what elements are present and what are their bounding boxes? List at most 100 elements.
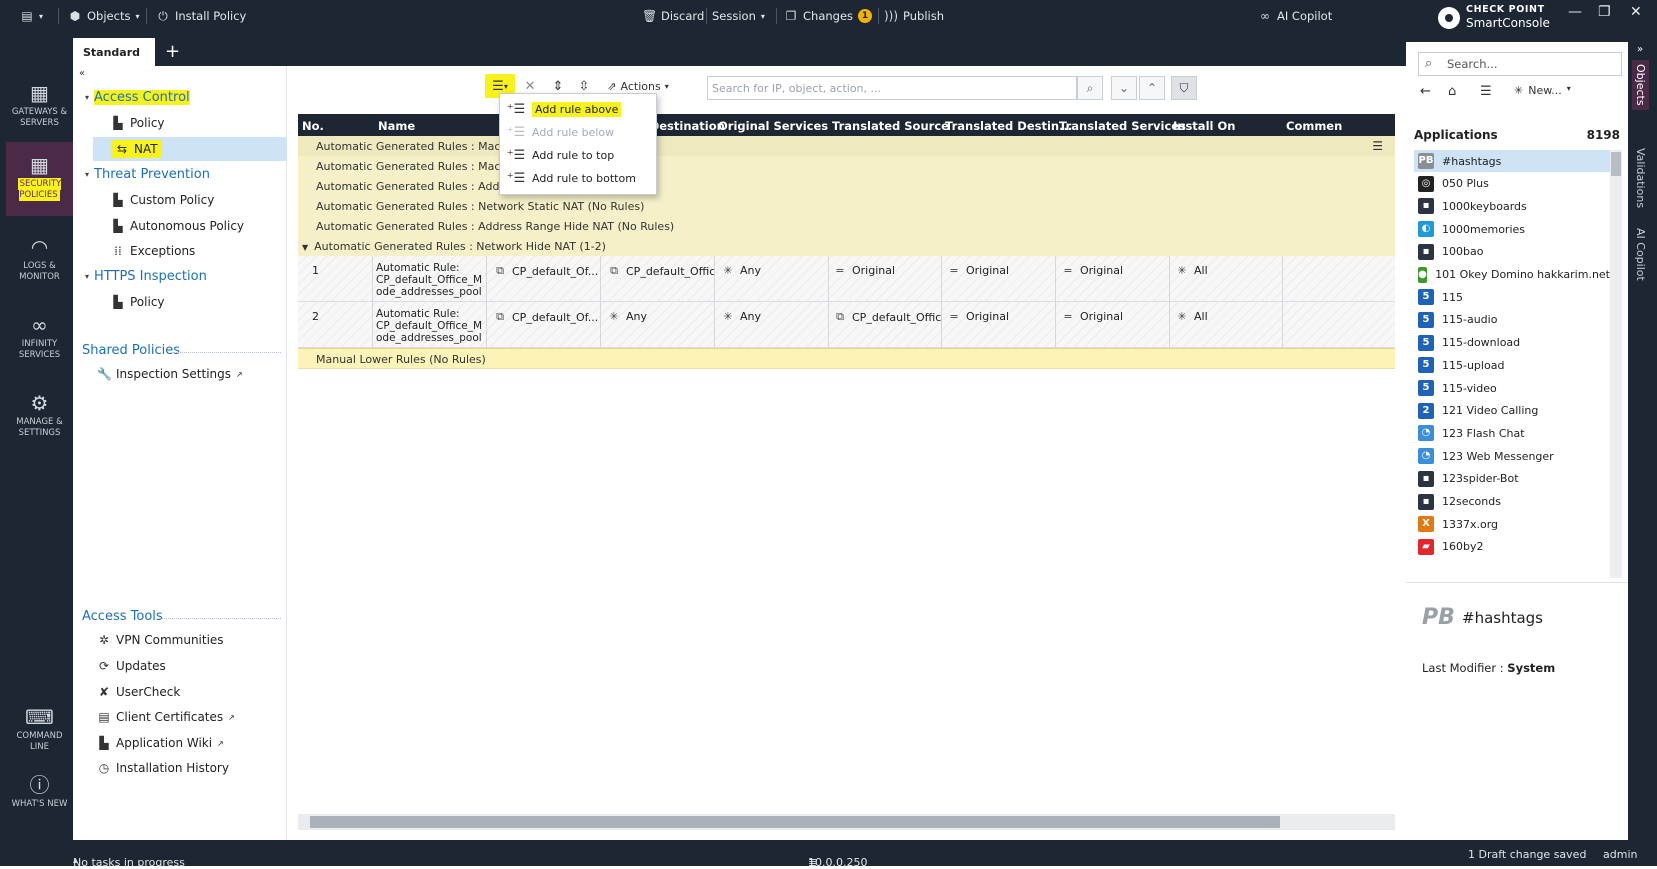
ai-copilot-button[interactable]: ∞ AI Copilot [1258, 8, 1332, 24]
collapse-pane-icon[interactable]: « [79, 68, 85, 79]
rule-section[interactable]: Automatic Generated Rules : Addre [298, 176, 1395, 197]
tree-custom-policy[interactable]: ▙ Custom Policy [111, 193, 214, 207]
tree-access-control[interactable]: ▾ Access Control [85, 90, 190, 105]
list-item[interactable]: ◎ 050 Plus [1414, 173, 1610, 195]
rule-section-manual-lower[interactable]: Manual Lower Rules (No Rules) [298, 348, 1395, 369]
restore-icon[interactable]: ❐ [1598, 4, 1611, 20]
tree-inspection-settings[interactable]: 🔧 Inspection Settings ↗ [97, 367, 243, 381]
col-name[interactable]: Name [378, 119, 415, 133]
list-item[interactable]: ◔ 123 Web Messenger [1414, 445, 1610, 467]
nav-command-line[interactable]: ⌨ COMMAND LINE [6, 706, 73, 753]
original-source[interactable]: ⧉ CP_default_Of... [494, 264, 598, 278]
applications-scrollbar[interactable] [1610, 150, 1622, 578]
publish-button[interactable]: ))) Publish [884, 8, 944, 24]
col-no[interactable]: No. [302, 119, 324, 133]
rule-section[interactable]: Automatic Generated Rules : Machi [298, 156, 1395, 177]
object-search-input[interactable]: ⌕ Search... [1418, 52, 1622, 76]
tree-exceptions[interactable]: ⁞⁞ Exceptions [111, 244, 195, 258]
session-menu-button[interactable]: Session ▾ [712, 8, 765, 24]
list-item[interactable]: ▪ 12seconds [1414, 491, 1610, 513]
objects-menu-button[interactable]: ⬢ Objects ▾ [68, 8, 140, 24]
previous-result-icon[interactable]: ⌃ [1139, 76, 1165, 100]
app-menu-button[interactable]: ▤ ▾ [20, 8, 43, 24]
rule-section[interactable]: Automatic Generated Rules : Address Rang… [298, 216, 1395, 237]
list-item[interactable]: PB #hashtags [1414, 150, 1610, 172]
tab-standard[interactable]: Standard [73, 38, 155, 66]
tree-client-certificates[interactable]: ▤ Client Certificates ↗ [97, 710, 235, 724]
col-comments[interactable]: Commen [1286, 119, 1342, 133]
next-result-icon[interactable]: ⌄ [1111, 76, 1137, 100]
translated-destination[interactable]: = Original [948, 264, 1009, 277]
tree-installation-history[interactable]: ◷ Installation History [97, 761, 229, 775]
tree-autonomous-policy[interactable]: ▙ Autonomous Policy [111, 219, 244, 233]
install-on[interactable]: ✳ All [1176, 264, 1207, 277]
add-rule-below-item[interactable]: ⁺☰ Add rule below [500, 121, 656, 143]
tree-updates[interactable]: ⟳ Updates [97, 659, 166, 673]
list-item[interactable]: ▪ 123spider-Bot [1414, 468, 1610, 490]
nav-logs-monitor[interactable]: ◠ LOGS & MONITOR [6, 236, 73, 283]
rule-section-network-hide-nat[interactable]: ▼ Automatic Generated Rules : Network Hid… [298, 236, 1395, 257]
add-rule-top-item[interactable]: ⁺☰ Add rule to top [500, 144, 656, 166]
rule-section[interactable]: Automatic Generated Rules : Machi ☰ [298, 136, 1395, 157]
tree-vpn-communities[interactable]: ✲ VPN Communities [97, 633, 224, 647]
original-destination[interactable]: ✳ Any [608, 310, 647, 323]
add-rule-bottom-item[interactable]: ⁺☰ Add rule to bottom [500, 167, 656, 189]
add-tab-icon[interactable]: + [165, 41, 180, 62]
tree-threat-prevention[interactable]: ▾ Threat Prevention [85, 167, 210, 182]
vtab-ai-copilot[interactable]: AI Copilot [1634, 228, 1647, 281]
vtab-objects[interactable]: Objects [1632, 60, 1649, 110]
col-translated-destination[interactable]: Translated Destin... [945, 119, 1072, 133]
rule-search-input[interactable]: Search for IP, object, action, ... [707, 76, 1077, 100]
translated-source[interactable]: = Original [834, 264, 895, 277]
column-menu-icon[interactable]: ☰ [1372, 139, 1383, 153]
list-item[interactable]: ▰ 160by2 [1414, 536, 1610, 558]
list-item[interactable]: 5 115-audio [1414, 309, 1610, 331]
back-icon[interactable]: ← [1420, 84, 1431, 99]
col-translated-source[interactable]: Translated Source [832, 119, 949, 133]
horizontal-scrollbar[interactable] [298, 814, 1395, 830]
tree-https-inspection[interactable]: ▾ HTTPS Inspection [85, 269, 207, 284]
close-icon[interactable]: ✕ [1630, 4, 1642, 20]
translated-services[interactable]: = Original [1062, 310, 1123, 323]
translated-source[interactable]: ⧉ CP_default_Offic [834, 310, 941, 324]
nav-manage-settings[interactable]: ⚙ MANAGE & SETTINGS [6, 392, 73, 439]
search-icon[interactable]: ⌕ [1077, 76, 1103, 100]
col-install-on[interactable]: Install On [1173, 119, 1235, 133]
translated-destination[interactable]: = Original [948, 310, 1009, 323]
tree-application-wiki[interactable]: ▙ Application Wiki ↗ [97, 736, 223, 750]
list-item[interactable]: X 1337x.org [1414, 513, 1610, 535]
nav-whats-new[interactable]: ⓘ WHAT'S NEW [6, 774, 73, 810]
original-services[interactable]: ✳ Any [722, 310, 761, 323]
list-item[interactable]: 5 115-video [1414, 377, 1610, 399]
new-object-button[interactable]: ✳ New... ▾ [1514, 84, 1571, 97]
list-item[interactable]: 5 115-download [1414, 332, 1610, 354]
rule-section[interactable]: Automatic Generated Rules : Network Stat… [298, 196, 1395, 217]
tree-access-policy[interactable]: ▙ Policy [111, 116, 164, 130]
original-source[interactable]: ⧉ CP_default_Of... [494, 310, 598, 324]
original-destination[interactable]: ⧉ CP_default_Offic [608, 264, 715, 278]
nav-infinity-services[interactable]: ∞ INFINITY SERVICES [6, 314, 73, 361]
home-icon[interactable]: ⌂ [1448, 84, 1456, 99]
original-services[interactable]: ✳ Any [722, 264, 761, 277]
table-row[interactable]: 2 Automatic Rule: CP_default_Office_M ode_… [298, 302, 1395, 348]
list-item[interactable]: ▪ 1000keyboards [1414, 195, 1610, 217]
list-item[interactable]: ◐ 1000memories [1414, 218, 1610, 240]
minimize-icon[interactable]: — [1568, 4, 1582, 20]
col-original-services[interactable]: Original Services [718, 119, 828, 133]
col-translated-services[interactable]: Translated Services [1059, 119, 1186, 133]
scrollbar-thumb[interactable] [310, 816, 1280, 828]
install-policy-button[interactable]: ⏻ Install Policy [156, 8, 246, 24]
list-item[interactable]: 5 115-upload [1414, 354, 1610, 376]
discard-button[interactable]: 🗑 Discard [642, 8, 704, 24]
table-row[interactable]: 1 Automatic Rule: CP_default_Office_M ode_… [298, 256, 1395, 302]
filter-icon[interactable]: ⛉ [1171, 76, 1197, 100]
translated-services[interactable]: = Original [1062, 264, 1123, 277]
tree-https-policy[interactable]: ▙ Policy [111, 295, 164, 309]
list-item[interactable]: 2 121 Video Calling [1414, 400, 1610, 422]
changes-button[interactable]: ❐ Changes 1 [784, 8, 873, 24]
vtab-validations[interactable]: Validations [1634, 148, 1647, 208]
scrollbar-thumb[interactable] [1611, 152, 1621, 176]
tree-nat[interactable]: ⇆ NAT [93, 137, 289, 161]
nav-gateways-servers[interactable]: ▦ GATEWAYS & SERVERS [6, 82, 73, 129]
tree-usercheck[interactable]: ✘ UserCheck [97, 685, 180, 699]
